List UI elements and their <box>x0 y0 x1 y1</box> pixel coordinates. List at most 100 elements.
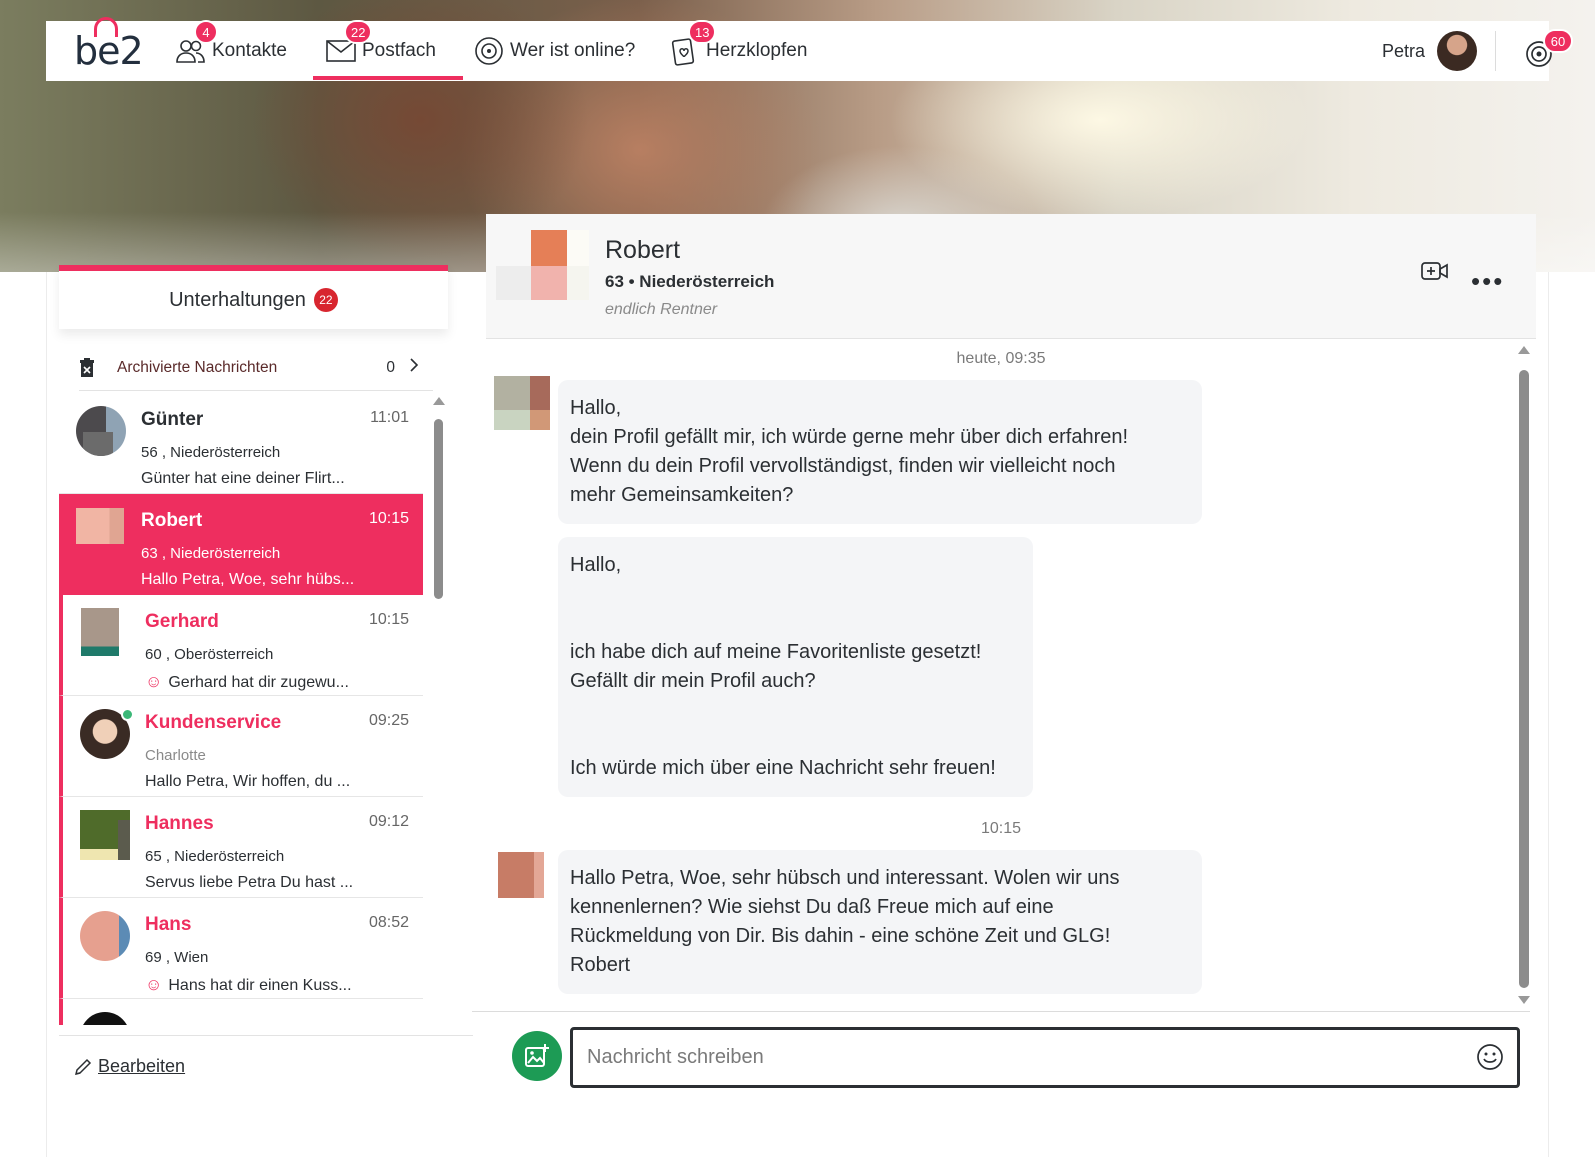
online-radar-icon <box>474 36 504 66</box>
conversation-item-kundenservice[interactable]: Kundenservice 09:25 Charlotte Hallo Petr… <box>59 696 423 797</box>
nav-wer-ist-online-label: Wer ist online? <box>510 40 636 61</box>
emoji-icon[interactable] <box>1476 1043 1504 1076</box>
user-avatar[interactable] <box>1437 31 1477 71</box>
conversation-preview: ☺ Hans hat dir einen Kuss... <box>145 975 352 994</box>
message-avatar <box>494 376 550 430</box>
day-timestamp: heute, 09:35 <box>956 350 1046 367</box>
nav-active-indicator <box>313 76 463 80</box>
conversation-time: 09:25 <box>368 712 409 729</box>
message-thread: heute, 09:35 Hallo, dein Profil gefällt … <box>486 344 1516 1009</box>
mail-icon: 22 <box>326 20 373 66</box>
nav-postfach[interactable]: 22 Postfach <box>326 20 436 81</box>
conversation-sidebar: Unterhaltungen 22 Archivierte Nachrichte… <box>59 265 448 1065</box>
conversation-list: Günter 11:01 56 , Niederösterreich Günte… <box>59 393 431 1025</box>
time-stamp: 10:15 <box>980 820 1022 837</box>
chat-partner-location: 63 • Niederösterreich <box>605 272 775 291</box>
chevron-right-icon <box>410 358 419 377</box>
chat-partner-name[interactable]: Robert <box>605 236 680 265</box>
herzklopfen-badge: 13 <box>688 20 717 44</box>
scrollbar-thumb[interactable] <box>1519 370 1529 988</box>
avatar <box>80 1012 130 1025</box>
chat-header: Robert 63 • Niederösterreich endlich Ren… <box>486 214 1536 339</box>
trash-archive-icon <box>79 358 99 377</box>
conversation-time: 08:52 <box>368 914 409 931</box>
avatar <box>81 608 119 656</box>
conversations-header: Unterhaltungen 22 <box>59 265 448 329</box>
scroll-up-icon[interactable] <box>1518 346 1530 354</box>
add-image-button[interactable] <box>512 1031 562 1081</box>
kontakte-badge: 4 <box>194 20 218 44</box>
topbar-divider <box>1495 31 1496 71</box>
postfach-badge: 22 <box>344 20 373 44</box>
message-avatar <box>494 852 550 902</box>
add-image-icon <box>525 1044 549 1067</box>
avatar <box>80 810 130 860</box>
conversations-count-badge: 22 <box>313 288 338 312</box>
message-thread-scrollbar[interactable] <box>1518 346 1530 1006</box>
chat-partner-avatar[interactable] <box>496 230 590 308</box>
archived-messages-count: 0 <box>386 358 395 376</box>
nav-wer-ist-online[interactable]: Wer ist online? <box>474 21 635 81</box>
more-options-icon[interactable]: ••• <box>1471 266 1504 297</box>
conversation-item-partial[interactable] <box>59 999 423 1025</box>
online-status-dot <box>121 708 134 721</box>
conversation-location: 63 , Niederösterreich <box>141 545 281 562</box>
conversation-location: 69 , Wien <box>145 949 209 966</box>
sidebar-footer-divider <box>59 1035 473 1036</box>
message-bubble: Hallo Petra, Woe, sehr hübsch und intere… <box>558 850 1202 994</box>
video-call-icon[interactable] <box>1421 261 1449 286</box>
edit-conversations-link[interactable]: Bearbeiten <box>74 1056 185 1077</box>
conversation-location: 65 , Niederösterreich <box>145 848 285 865</box>
conversation-preview: Hallo Petra, Woe, sehr hübs... <box>141 571 355 588</box>
conversation-agent-name: Charlotte <box>145 747 206 764</box>
conversation-name: Robert <box>141 510 203 531</box>
conversation-item-hannes[interactable]: Hannes 09:12 65 , Niederösterreich Servu… <box>59 797 423 898</box>
conversation-location: 60 , Oberösterreich <box>145 646 274 663</box>
conversation-location: 56 , Niederösterreich <box>141 444 281 461</box>
conversation-item-hans[interactable]: Hans 08:52 69 , Wien ☺ Hans hat dir einen… <box>59 898 423 999</box>
nav-herzklopfen[interactable]: 13 Herzklopfen <box>670 20 808 81</box>
archived-messages-link[interactable]: Archivierte Nachrichten 0 <box>79 345 433 391</box>
pencil-icon <box>74 1058 92 1076</box>
chat-partner-tagline: endlich Rentner <box>605 301 718 318</box>
top-navigation: be2 4 Kontakte 22 Postfach Wer ist onlin… <box>46 17 1573 81</box>
conversation-item-robert[interactable]: Robert 10:15 63 , Niederösterreich Hallo… <box>59 494 423 595</box>
edit-label: Bearbeiten <box>98 1056 186 1076</box>
conversation-time: 10:15 <box>368 611 409 628</box>
composer-divider <box>472 1011 1530 1012</box>
conversation-preview: Hallo Petra, Wir hoffen, du ... <box>145 773 351 790</box>
coins-badge: 60 <box>1543 29 1573 53</box>
message-bubble: Hallo, dein Profil gefällt mir, ich würd… <box>558 380 1202 524</box>
conversation-preview: ☺ Gerhard hat dir zugewu... <box>145 672 349 691</box>
conversation-list-scrollbar[interactable] <box>433 397 445 1017</box>
avatar <box>76 508 124 544</box>
smile-icon: ☺ <box>145 975 163 994</box>
conversation-name: Günter <box>141 409 204 430</box>
conversation-name: Gerhard <box>145 611 219 632</box>
archived-messages-label: Archivierte Nachrichten <box>117 358 278 376</box>
conversation-time: 10:15 <box>368 510 409 527</box>
conversation-item-gerhard[interactable]: Gerhard 10:15 60 , Oberösterreich ☺ Gerha… <box>59 595 423 696</box>
conversation-time: 09:12 <box>368 813 409 830</box>
conversation-preview: Servus liebe Petra Du hast ... <box>145 874 354 891</box>
user-name[interactable]: Petra <box>1382 41 1425 62</box>
scroll-up-icon[interactable] <box>433 397 445 405</box>
nav-kontakte[interactable]: 4 Kontakte <box>176 20 287 81</box>
nav-herzklopfen-label: Herzklopfen <box>706 40 808 61</box>
smile-icon: ☺ <box>145 672 163 691</box>
message-input[interactable] <box>570 1027 1520 1088</box>
be2-logo[interactable]: be2 <box>74 17 144 73</box>
conversation-name: Hannes <box>145 813 214 834</box>
nav-postfach-label: Postfach <box>362 40 436 61</box>
conversation-item-guenter[interactable]: Günter 11:01 56 , Niederösterreich Günte… <box>59 393 423 494</box>
scroll-down-icon[interactable] <box>1518 996 1530 1004</box>
conversation-name: Hans <box>145 914 192 935</box>
nav-kontakte-label: Kontakte <box>212 40 287 61</box>
conversation-preview: Günter hat eine deiner Flirt... <box>141 470 345 487</box>
message-bubble: Hallo, ich habe dich auf meine Favoriten… <box>558 537 1033 797</box>
scrollbar-thumb[interactable] <box>434 419 443 599</box>
conversations-title: Unterhaltungen <box>169 288 306 311</box>
conversation-name: Kundenservice <box>145 712 282 733</box>
contacts-icon: 4 <box>176 20 218 66</box>
avatar <box>80 911 130 961</box>
